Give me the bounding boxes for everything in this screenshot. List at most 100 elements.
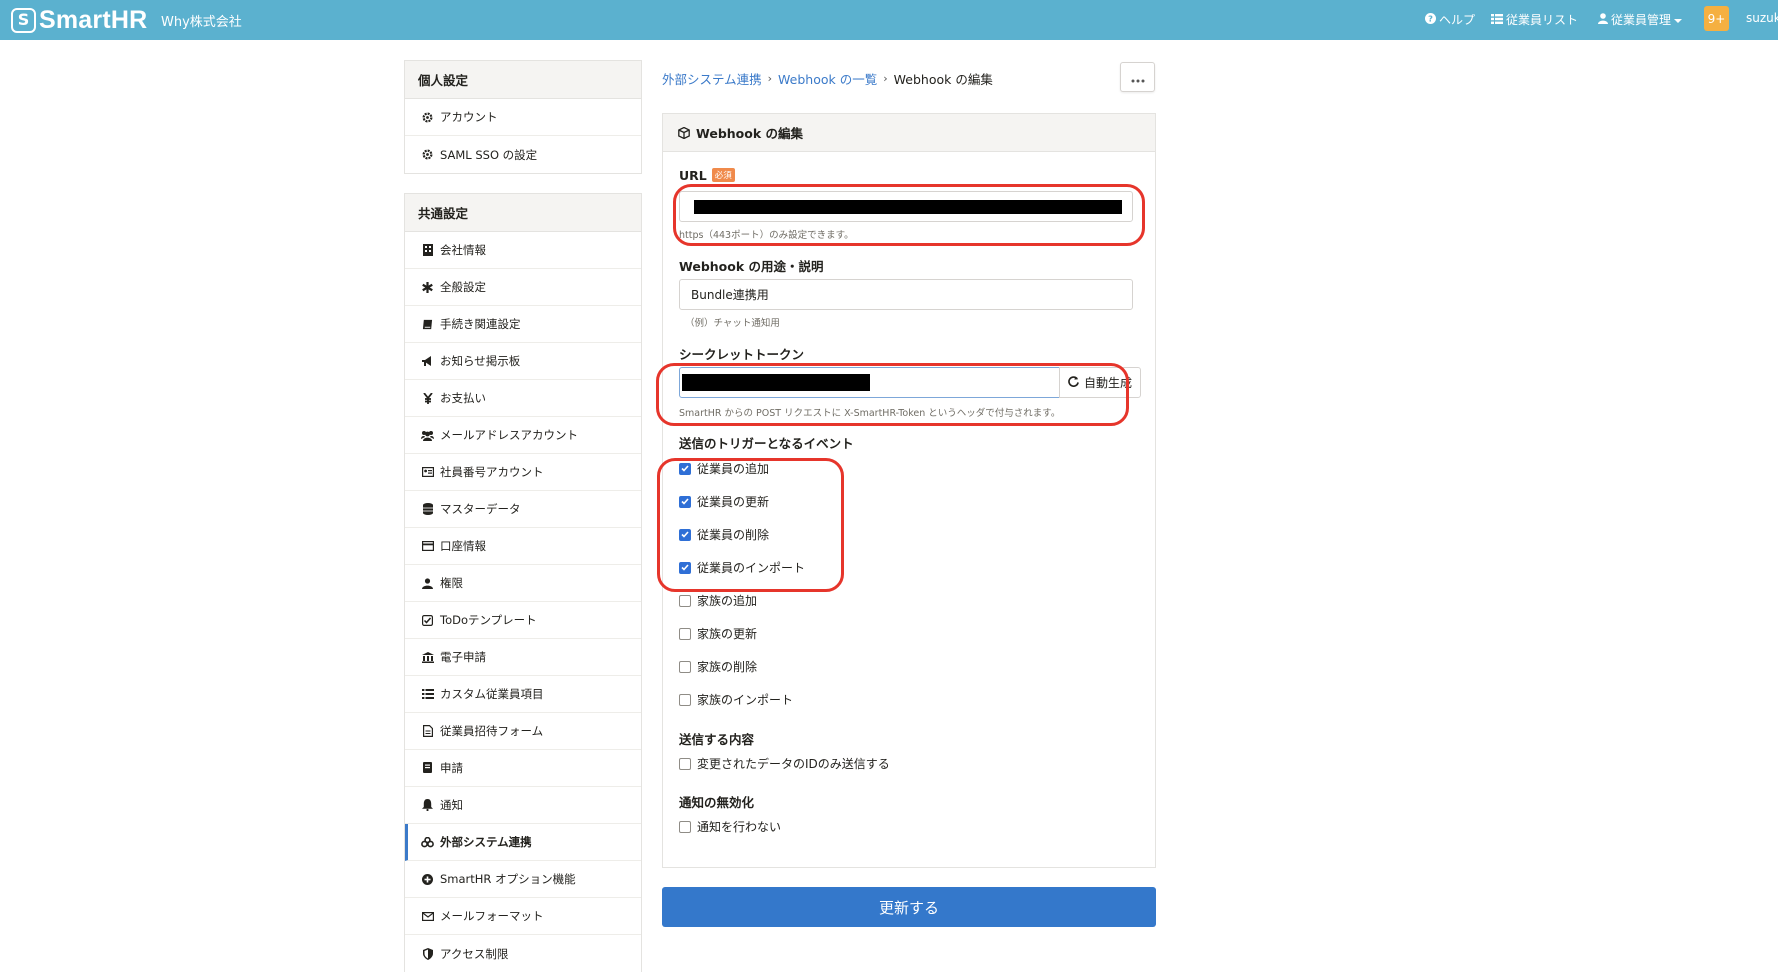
sidebar-item-master-data[interactable]: マスターデータ xyxy=(405,491,641,528)
checkbox-unchecked[interactable] xyxy=(679,594,691,607)
chevron-right-icon: › xyxy=(767,72,773,85)
checkbox-unchecked[interactable] xyxy=(679,693,691,706)
shield-icon xyxy=(421,947,434,960)
trigger-employee-import[interactable]: 従業員のインポート xyxy=(679,559,805,576)
url-help-text: https（443ポート）のみ設定できます。 xyxy=(679,230,854,241)
common-settings-title: 共通設定 xyxy=(405,194,641,232)
envelope-icon xyxy=(421,910,434,923)
card-title: Webhook の編集 xyxy=(696,126,804,141)
auto-generate-label: 自動生成 xyxy=(1084,376,1133,390)
more-options-button[interactable] xyxy=(1120,62,1155,92)
user-key-icon xyxy=(421,577,434,590)
trigger-family-delete[interactable]: 家族の削除 xyxy=(679,658,757,675)
sidebar-item-general[interactable]: 全般設定 xyxy=(405,269,641,306)
sidebar-item-notifications[interactable]: 通知 xyxy=(405,787,641,824)
gear-icon xyxy=(421,148,434,161)
sidebar-item-label: 権限 xyxy=(440,576,463,590)
breadcrumb: 外部システム連携 › Webhook の一覧 › Webhook の編集 xyxy=(662,69,993,88)
smarthr-logo[interactable]: S SmartHR xyxy=(11,6,147,34)
sidebar-item-label: メールフォーマット xyxy=(440,909,544,923)
trigger-label: 家族の追加 xyxy=(697,594,758,608)
checkbox-icon xyxy=(421,614,434,627)
trigger-family-import[interactable]: 家族のインポート xyxy=(679,691,793,708)
trigger-family-update[interactable]: 家族の更新 xyxy=(679,625,757,642)
sidebar-item-mail-format[interactable]: メールフォーマット xyxy=(405,898,641,935)
trigger-employee-add[interactable]: 従業員の追加 xyxy=(679,460,769,477)
trigger-label: 従業員の削除 xyxy=(697,528,770,542)
employee-mgmt-label: 従業員管理 xyxy=(1611,13,1672,27)
card-icon xyxy=(421,540,434,553)
auto-generate-button[interactable]: 自動生成 xyxy=(1059,367,1142,398)
cube-icon xyxy=(678,126,690,139)
checkbox-checked[interactable] xyxy=(679,462,691,475)
send-ids-only-label: 変更されたデータのIDのみ送信する xyxy=(697,757,890,771)
caret-down-icon xyxy=(1674,13,1683,27)
building-icon xyxy=(421,244,434,257)
description-input[interactable]: Bundle連携用 xyxy=(679,279,1133,310)
sidebar-item-label: 社員番号アカウント xyxy=(440,465,544,479)
sidebar-item-access-restriction[interactable]: アクセス制限 xyxy=(405,935,641,972)
sidebar-item-payment[interactable]: お支払い xyxy=(405,380,641,417)
url-label-text: URL xyxy=(679,168,707,183)
bank-icon xyxy=(421,651,434,664)
sidebar-item-requests[interactable]: 申請 xyxy=(405,750,641,787)
user-menu[interactable]: suzuki xyxy=(1746,11,1778,25)
sidebar-item-invite-form[interactable]: 従業員招待フォーム xyxy=(405,713,641,750)
employee-mgmt-menu[interactable]: 従業員管理 xyxy=(1598,11,1683,28)
checkbox-unchecked[interactable] xyxy=(679,627,691,640)
checkbox-checked[interactable] xyxy=(679,528,691,541)
redacted-token xyxy=(682,374,870,391)
refresh-icon xyxy=(1068,375,1079,390)
trigger-events-label: 送信のトリガーとなるイベント xyxy=(679,436,854,451)
sidebar-item-email-accounts[interactable]: メールアドレスアカウント xyxy=(405,417,641,454)
sidebar-item-employee-number-accounts[interactable]: 社員番号アカウント xyxy=(405,454,641,491)
sidebar-item-todo-templates[interactable]: ToDoテンプレート xyxy=(405,602,641,639)
book-icon xyxy=(421,318,434,331)
help-link[interactable]: ? ヘルプ xyxy=(1425,11,1475,28)
checkbox-checked[interactable] xyxy=(679,495,691,508)
employee-list-link[interactable]: 従業員リスト xyxy=(1491,11,1578,28)
sidebar-item-label: 通知 xyxy=(440,798,463,812)
send-ids-only-option[interactable]: 変更されたデータのIDのみ送信する xyxy=(679,755,890,772)
help-label: ヘルプ xyxy=(1439,13,1476,27)
url-input[interactable] xyxy=(679,191,1133,222)
sidebar-item-label: カスタム従業員項目 xyxy=(440,687,544,701)
bell-icon xyxy=(421,799,434,812)
link-icon xyxy=(421,836,434,849)
sidebar-item-external-integrations[interactable]: 外部システム連携 xyxy=(405,824,641,861)
trigger-employee-update[interactable]: 従業員の更新 xyxy=(679,493,769,510)
checkbox-unchecked[interactable] xyxy=(679,820,691,833)
trigger-employee-delete[interactable]: 従業員の削除 xyxy=(679,526,769,543)
sidebar-item-custom-fields[interactable]: カスタム従業員項目 xyxy=(405,676,641,713)
checkbox-unchecked[interactable] xyxy=(679,660,691,673)
description-value: Bundle連携用 xyxy=(691,288,769,302)
sidebar-item-bulletin[interactable]: お知らせ掲示板 xyxy=(405,343,641,380)
sidebar-item-procedures[interactable]: 手続き関連設定 xyxy=(405,306,641,343)
notification-badge[interactable]: 9+ xyxy=(1704,6,1729,31)
sidebar-item-label: 外部システム連携 xyxy=(440,835,532,849)
sidebar-item-company-info[interactable]: 会社情報 xyxy=(405,232,641,269)
breadcrumb-link-integrations[interactable]: 外部システム連携 xyxy=(662,69,762,88)
sidebar-item-label: お支払い xyxy=(440,391,486,405)
checkbox-unchecked[interactable] xyxy=(679,757,691,770)
employee-list-label: 従業員リスト xyxy=(1506,13,1579,27)
secret-token-input[interactable] xyxy=(679,367,1060,398)
breadcrumb-link-webhook-list[interactable]: Webhook の一覧 xyxy=(778,69,877,88)
ellipsis-icon xyxy=(1131,68,1145,87)
sidebar-item-label: 手続き関連設定 xyxy=(440,317,521,331)
top-header: S SmartHR Why株式会社 ? ヘルプ 従業員リスト 従業員管理 9+ … xyxy=(0,0,1778,40)
sidebar-item-bank-accounts[interactable]: 口座情報 xyxy=(405,528,641,565)
sidebar-item-account[interactable]: アカウント xyxy=(405,99,641,136)
yen-icon xyxy=(421,392,434,405)
sidebar-item-saml-sso[interactable]: SAML SSO の設定 xyxy=(405,136,641,173)
update-button[interactable]: 更新する xyxy=(662,887,1156,927)
required-badge: 必須 xyxy=(711,168,735,182)
trigger-label: 従業員のインポート xyxy=(697,561,806,575)
sidebar-item-options[interactable]: SmartHR オプション機能 xyxy=(405,861,641,898)
sidebar-item-permissions[interactable]: 権限 xyxy=(405,565,641,602)
sidebar-item-e-application[interactable]: 電子申請 xyxy=(405,639,641,676)
checkbox-checked[interactable] xyxy=(679,561,691,574)
sidebar-item-label: 全般設定 xyxy=(440,280,486,294)
disable-notification-option[interactable]: 通知を行わない xyxy=(679,818,781,835)
trigger-family-add[interactable]: 家族の追加 xyxy=(679,592,757,609)
